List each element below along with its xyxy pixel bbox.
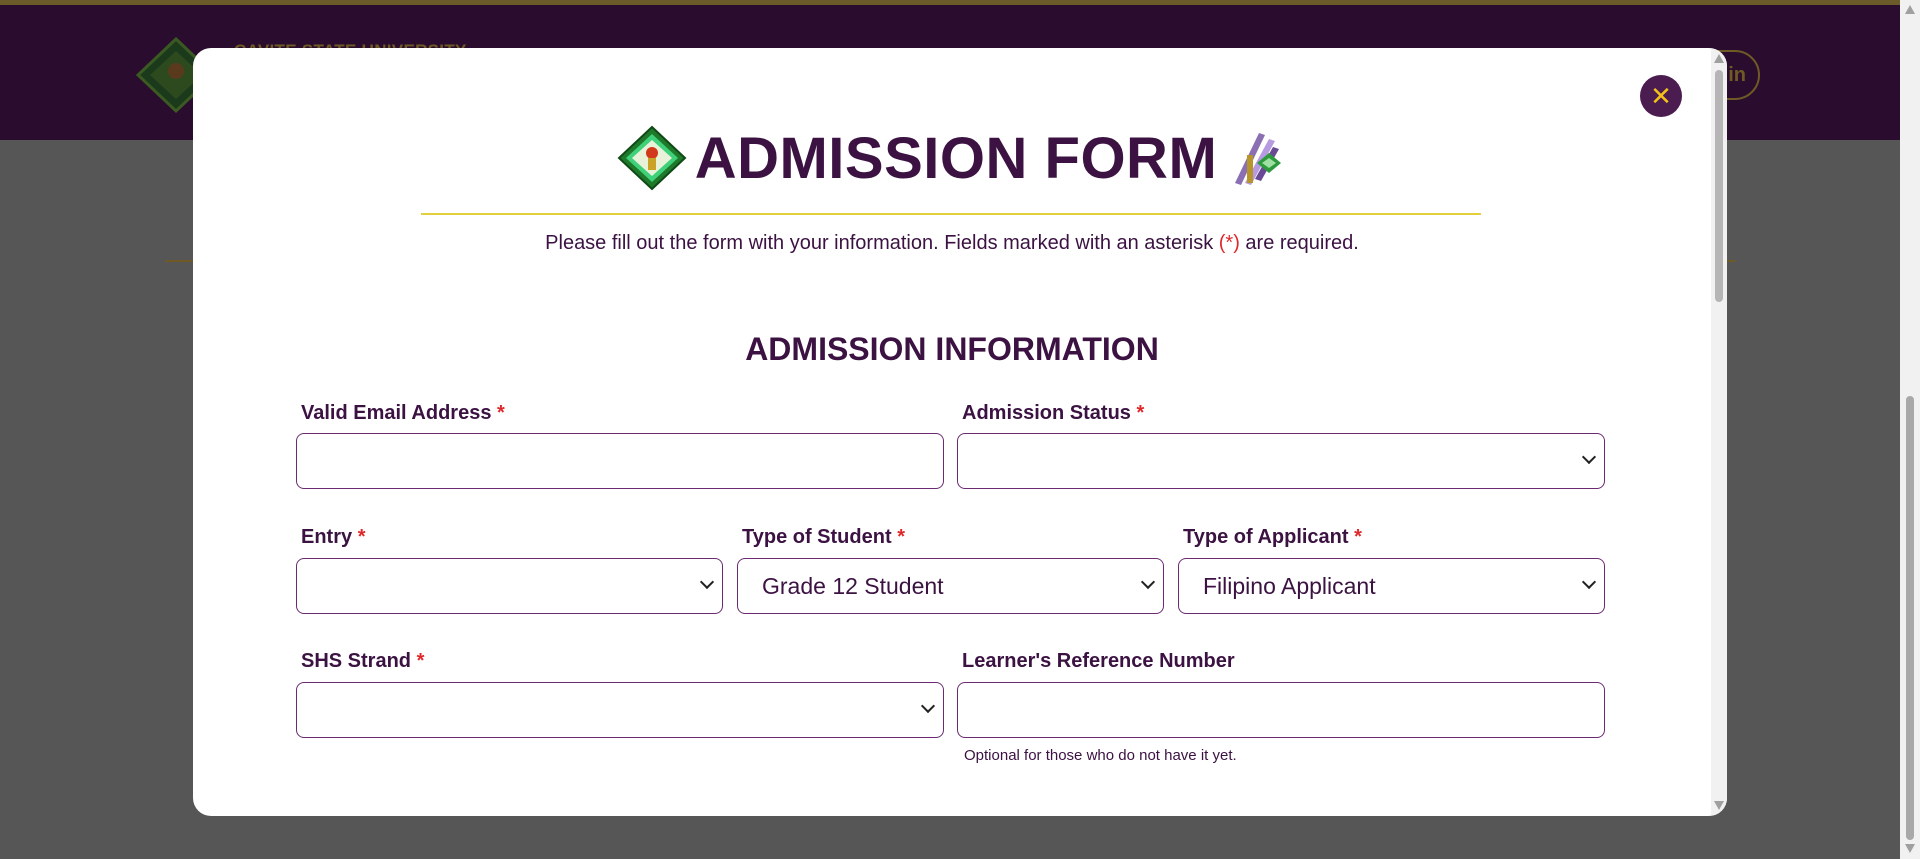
applicant-type-select[interactable]: Filipino Applicant: [1178, 558, 1605, 614]
admission-form-modal: ✕ ADMISSION FORM Please fill out the for…: [193, 48, 1727, 816]
applicant-type-label: Type of Applicant *: [1183, 526, 1362, 548]
scroll-down-arrow-icon[interactable]: [1905, 844, 1915, 853]
chevron-down-icon: [1140, 574, 1156, 590]
lrn-hint: Optional for those who do not have it ye…: [964, 747, 1237, 764]
chevron-down-icon: [920, 698, 936, 714]
required-marker: (*): [1218, 232, 1240, 254]
divider-line: [165, 260, 193, 262]
instructions-text-end: are required.: [1239, 232, 1359, 254]
modal-scrollbar[interactable]: [1711, 48, 1727, 816]
admission-status-select[interactable]: [957, 433, 1605, 489]
entry-label: Entry *: [301, 526, 366, 548]
section-title: ADMISSION INFORMATION: [745, 331, 1159, 367]
admission-status-label: Admission Status *: [962, 402, 1145, 424]
instructions-text: Please fill out the form with your infor…: [545, 232, 1219, 254]
page-scrollbar[interactable]: [1900, 0, 1920, 859]
chevron-down-icon: [1581, 574, 1597, 590]
university-seal-icon: [617, 125, 687, 191]
email-input[interactable]: [296, 433, 944, 489]
chevron-down-icon: [699, 574, 715, 590]
scrollbar-thumb[interactable]: [1715, 70, 1723, 302]
student-type-select[interactable]: Grade 12 Student: [737, 558, 1164, 614]
shs-strand-label: SHS Strand *: [301, 650, 425, 672]
title-divider: [421, 213, 1481, 215]
lrn-label: Learner's Reference Number: [962, 650, 1235, 672]
scroll-down-arrow-icon[interactable]: [1714, 801, 1724, 810]
scroll-up-arrow-icon[interactable]: [1714, 54, 1724, 63]
decorative-emblem-icon: [1235, 133, 1282, 185]
shs-strand-select[interactable]: [296, 682, 944, 738]
form-title-row: ADMISSION FORM: [193, 118, 1711, 198]
divider-line: [1727, 260, 1735, 262]
form-title: ADMISSION FORM: [694, 125, 1218, 191]
lrn-input[interactable]: [957, 682, 1605, 738]
chevron-down-icon: [1581, 449, 1597, 465]
form-instructions: Please fill out the form with your infor…: [193, 232, 1711, 255]
close-button[interactable]: ✕: [1640, 75, 1682, 117]
scroll-up-arrow-icon[interactable]: [1905, 5, 1915, 14]
email-label: Valid Email Address *: [301, 402, 505, 424]
entry-select[interactable]: [296, 558, 723, 614]
scrollbar-thumb[interactable]: [1906, 396, 1914, 840]
student-type-label: Type of Student *: [742, 526, 905, 548]
